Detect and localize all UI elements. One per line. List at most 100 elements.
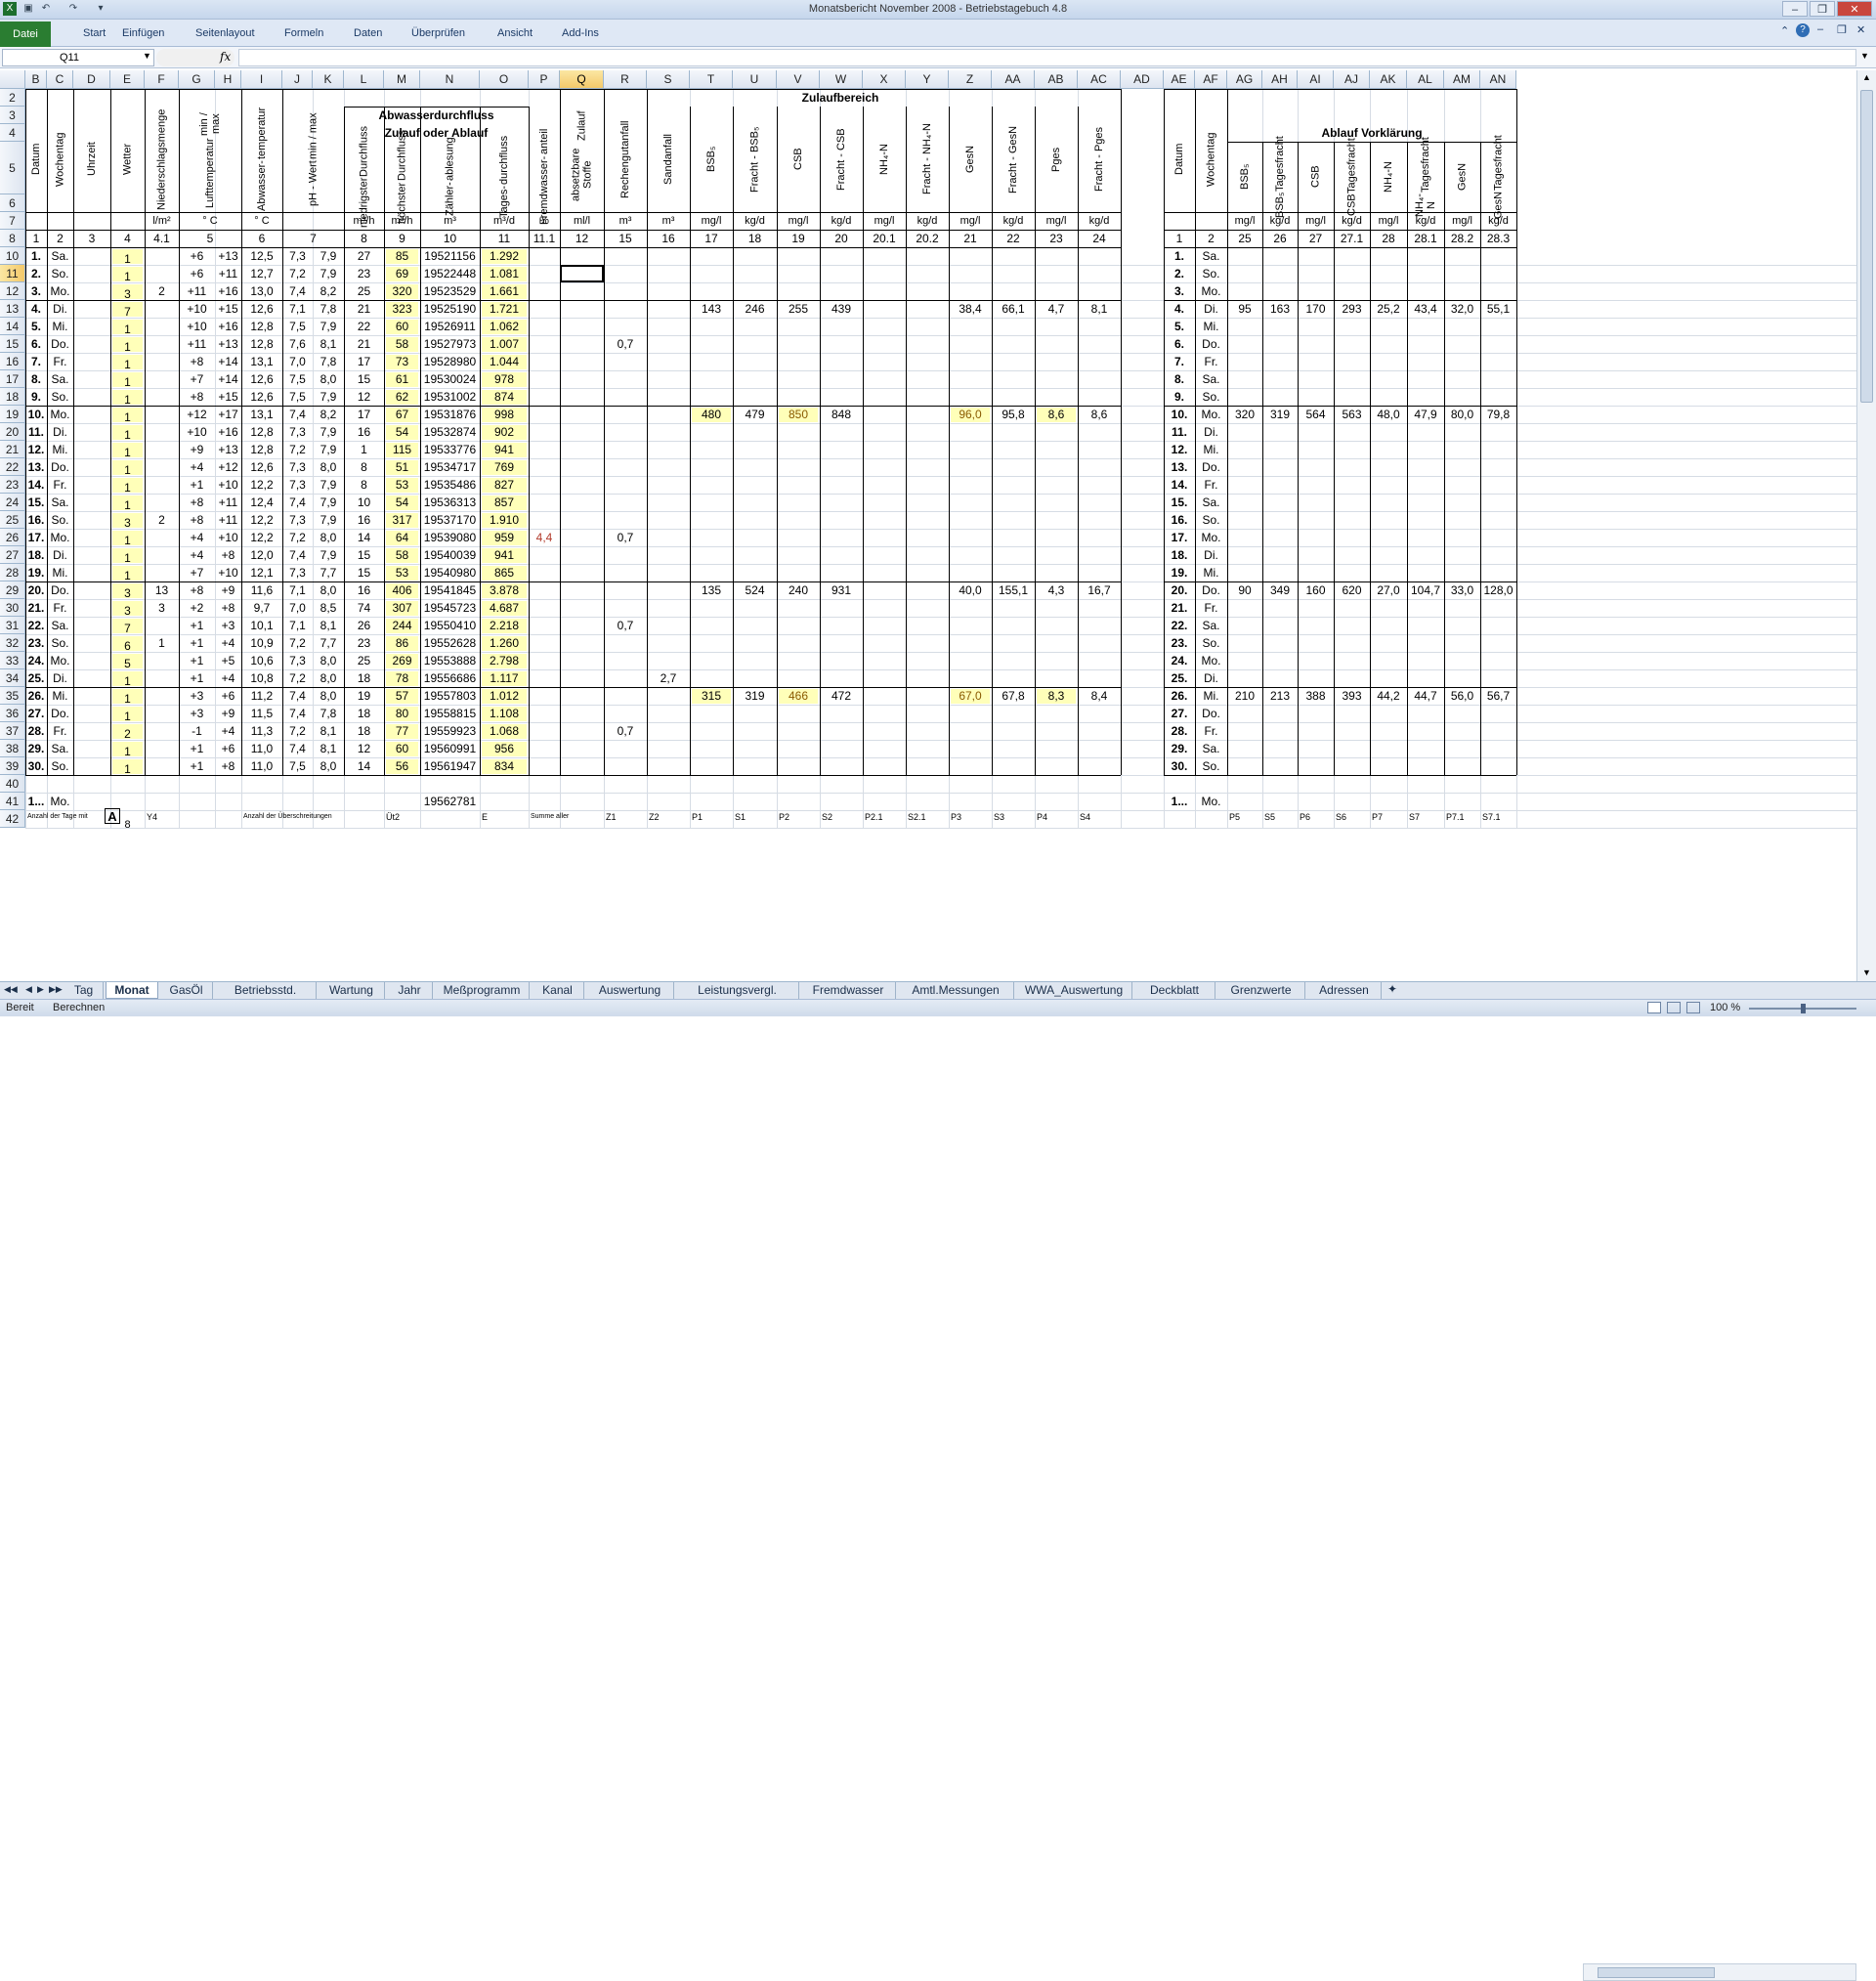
row-header[interactable]: 38 <box>0 740 25 757</box>
cell[interactable]: 2,7 <box>647 668 690 689</box>
cell[interactable]: 32,0 <box>1444 298 1480 320</box>
cell[interactable]: 16,7 <box>1078 580 1121 601</box>
column-header[interactable]: AA <box>992 70 1035 89</box>
cell[interactable]: 834 <box>480 755 529 777</box>
cell[interactable]: 160 <box>1298 580 1334 601</box>
cell[interactable]: 850 <box>777 404 820 425</box>
page-break-view-icon[interactable] <box>1686 1002 1700 1013</box>
cell[interactable]: 19561947 <box>420 755 480 777</box>
column-header[interactable]: Y <box>906 70 949 89</box>
column-header[interactable]: AE <box>1164 70 1195 89</box>
row-header[interactable]: 15 <box>0 335 25 353</box>
column-header[interactable]: Z <box>949 70 992 89</box>
row-header[interactable]: 32 <box>0 634 25 652</box>
cell[interactable]: 319 <box>733 685 777 707</box>
column-header[interactable]: I <box>241 70 282 89</box>
minimize-button[interactable]: – <box>1782 1 1808 17</box>
row-header[interactable]: 34 <box>0 669 25 687</box>
scroll-down-icon[interactable]: ▼ <box>1862 968 1871 977</box>
vertical-scroll-thumb[interactable] <box>1860 90 1873 403</box>
name-box[interactable]: Q11 <box>2 49 154 66</box>
row-header[interactable]: 36 <box>0 705 25 722</box>
row-header[interactable]: 10 <box>0 247 25 265</box>
row-header[interactable]: 17 <box>0 370 25 388</box>
cell[interactable]: 393 <box>1334 685 1370 707</box>
vertical-scrollbar[interactable]: ▲ ▼ <box>1856 70 1876 981</box>
column-header[interactable]: AD <box>1121 70 1164 89</box>
cell[interactable]: 8,6 <box>1078 404 1121 425</box>
row-header[interactable]: 5 <box>0 142 25 194</box>
sheet-tab[interactable]: GasÖl <box>160 982 213 999</box>
tab-seitenlayout[interactable]: Seitenlayout <box>195 27 255 39</box>
row-header[interactable]: 30 <box>0 599 25 617</box>
cell[interactable]: 143 <box>690 298 733 320</box>
column-header[interactable]: AN <box>1480 70 1516 89</box>
cell[interactable]: 66,1 <box>992 298 1035 320</box>
zoom-slider-thumb[interactable] <box>1801 1004 1806 1013</box>
row-header[interactable]: 29 <box>0 581 25 599</box>
sheet-tab[interactable]: Amtl.Messungen <box>898 982 1014 999</box>
cell[interactable]: 44,2 <box>1370 685 1407 707</box>
cell[interactable]: 246 <box>733 298 777 320</box>
cell[interactable]: 213 <box>1262 685 1298 707</box>
cell[interactable]: 439 <box>820 298 863 320</box>
column-header[interactable]: U <box>733 70 777 89</box>
cell[interactable]: 170 <box>1298 298 1334 320</box>
row-header[interactable]: 22 <box>0 458 25 476</box>
column-header[interactable]: AJ <box>1334 70 1370 89</box>
cell[interactable]: 931 <box>820 580 863 601</box>
row-header[interactable]: 39 <box>0 757 25 775</box>
select-all-corner[interactable] <box>0 70 25 89</box>
column-header[interactable]: Q <box>560 70 604 89</box>
cell[interactable]: 479 <box>733 404 777 425</box>
cell[interactable]: 4,3 <box>1035 580 1078 601</box>
column-header[interactable]: H <box>215 70 241 89</box>
cell[interactable]: 472 <box>820 685 863 707</box>
cell[interactable]: 67,0 <box>949 685 992 707</box>
row-header[interactable]: 11 <box>0 265 25 282</box>
cell[interactable]: So. <box>1195 755 1227 777</box>
cell[interactable]: 90 <box>1227 580 1262 601</box>
column-header[interactable]: B <box>25 70 47 89</box>
scroll-up-icon[interactable]: ▲ <box>1862 72 1871 82</box>
cell[interactable]: 95 <box>1227 298 1262 320</box>
expand-formula-bar-icon[interactable]: ▼ <box>1860 51 1869 61</box>
column-header[interactable]: M <box>384 70 420 89</box>
cell[interactable]: 620 <box>1334 580 1370 601</box>
row-header[interactable]: 19 <box>0 406 25 423</box>
row-header[interactable]: 14 <box>0 318 25 335</box>
row-header[interactable]: 42 <box>0 810 25 828</box>
cell[interactable]: 55,1 <box>1480 298 1516 320</box>
column-header[interactable]: AB <box>1035 70 1078 89</box>
formula-input[interactable] <box>238 49 1856 66</box>
workbook-minimize-icon[interactable]: – <box>1817 23 1823 35</box>
cell[interactable]: So. <box>47 755 73 777</box>
cell[interactable]: 466 <box>777 685 820 707</box>
column-header[interactable]: E <box>110 70 145 89</box>
row-header[interactable]: 12 <box>0 282 25 300</box>
tab-ansicht[interactable]: Ansicht <box>497 27 533 39</box>
cell[interactable]: 8,0 <box>313 755 344 777</box>
column-header[interactable]: C <box>47 70 73 89</box>
cell[interactable]: 0,7 <box>604 527 647 548</box>
row-header[interactable]: 2 <box>0 89 25 107</box>
row-header[interactable]: 37 <box>0 722 25 740</box>
tab-formeln[interactable]: Formeln <box>284 27 323 39</box>
cell[interactable]: 128,0 <box>1480 580 1516 601</box>
cell[interactable]: +8 <box>215 755 241 777</box>
cell[interactable]: 7,5 <box>282 755 313 777</box>
row-header[interactable]: 24 <box>0 494 25 511</box>
cell[interactable]: 0,7 <box>604 615 647 636</box>
cell[interactable]: 349 <box>1262 580 1298 601</box>
cell[interactable]: 524 <box>733 580 777 601</box>
row-header[interactable]: 28 <box>0 564 25 581</box>
sheet-tab[interactable]: Auswertung <box>586 982 674 999</box>
zoom-level[interactable]: 100 % <box>1710 1002 1740 1013</box>
cell[interactable]: 388 <box>1298 685 1334 707</box>
sheet-tab[interactable]: Wartung <box>319 982 385 999</box>
cell[interactable]: 255 <box>777 298 820 320</box>
sheet-tab[interactable]: Leistungsvergl. <box>676 982 799 999</box>
cell[interactable]: 56,0 <box>1444 685 1480 707</box>
cell[interactable]: 56 <box>384 755 420 777</box>
horizontal-scroll-thumb[interactable] <box>1598 1967 1715 1978</box>
